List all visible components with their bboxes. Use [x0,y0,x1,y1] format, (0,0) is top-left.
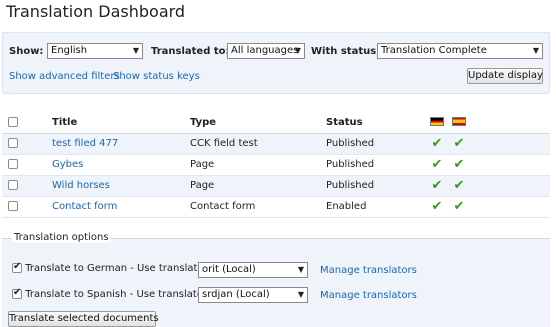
translate-spanish-label: Translate to Spanish - Use translator [25,289,208,300]
spanish-translated-check-icon: ✔ [453,198,465,214]
document-title-link[interactable]: test filed 477 [52,138,118,149]
show-language-select[interactable]: English ▼ [47,43,143,59]
document-title-link[interactable]: Wild horses [52,180,110,191]
translate-german-checkbox[interactable] [12,261,22,273]
translate-selected-documents-button[interactable]: Translate selected documents [8,311,159,327]
documents-table: Title Type Status test filed 477 CCK fie… [2,112,550,218]
document-type: Page [190,154,326,176]
document-status: Published [326,133,430,155]
document-title-link[interactable]: Contact form [52,201,117,212]
translate-spanish-checkbox[interactable] [12,287,22,299]
table-row: test filed 477 CCK field test Published … [2,133,550,155]
manage-translators-link-german[interactable]: Manage translators [320,265,417,276]
german-translated-check-icon: ✔ [431,156,443,172]
german-flag-icon [430,117,444,127]
chevron-down-icon: ▼ [294,46,301,55]
filter-panel: Show: English ▼ Translated to: All langu… [2,32,550,94]
title-column-header: Title [52,112,190,134]
spanish-translator-select[interactable]: srdjan (Local) ▼ [198,287,308,303]
chevron-down-icon: ▼ [297,290,304,299]
type-column-header: Type [190,112,326,134]
german-translated-check-icon: ✔ [431,198,443,214]
status-label: With status: [311,46,381,57]
spanish-flag-icon [452,117,466,127]
table-row: Gybes Page Published ✔ ✔ [2,154,550,176]
german-translated-check-icon: ✔ [431,177,443,193]
table-header-row: Title Type Status [2,112,550,134]
table-row: Wild horses Page Published ✔ ✔ [2,175,550,197]
table-row: Contact form Contact form Enabled ✔ ✔ [2,196,550,218]
translation-options-panel: Translation options Translate to German … [2,232,550,327]
document-title-link[interactable]: Gybes [52,159,83,170]
translate-german-label: Translate to German - Use translator [25,263,208,274]
german-translated-check-icon: ✔ [431,135,443,151]
german-translator-select[interactable]: orit (Local) ▼ [198,262,308,278]
document-status: Published [326,175,430,197]
show-advanced-filters-link[interactable]: Show advanced filters [9,71,120,82]
manage-translators-link-spanish[interactable]: Manage translators [320,290,417,301]
status-column-header: Status [326,112,430,134]
spanish-translated-check-icon: ✔ [453,135,465,151]
row-checkbox[interactable] [8,159,18,169]
spanish-option-row: Translate to Spanish - Use translator [12,287,208,300]
status-select[interactable]: Translation Complete ▼ [377,43,543,59]
document-status: Enabled [326,196,430,218]
spanish-translated-check-icon: ✔ [453,177,465,193]
row-checkbox[interactable] [8,138,18,148]
document-type: Contact form [190,196,326,218]
translation-options-legend: Translation options [12,232,111,243]
spanish-translator-value: srdjan (Local) [202,289,270,300]
chevron-down-icon: ▼ [532,46,539,55]
status-value: Translation Complete [381,45,487,56]
document-type: CCK field test [190,133,326,155]
translated-to-label: Translated to: [151,46,230,57]
page-title: Translation Dashboard [6,2,186,21]
show-label: Show: [9,46,44,57]
german-translator-value: orit (Local) [202,264,256,275]
document-status: Published [326,154,430,176]
show-language-value: English [51,45,88,56]
row-checkbox[interactable] [8,201,18,211]
translated-to-value: All languages [231,45,299,56]
select-all-checkbox[interactable] [8,116,18,127]
german-option-row: Translate to German - Use translator [12,261,208,274]
document-type: Page [190,175,326,197]
chevron-down-icon: ▼ [132,46,139,55]
update-display-button[interactable]: Update display [467,68,543,84]
row-checkbox[interactable] [8,180,18,190]
translated-to-select[interactable]: All languages ▼ [227,43,305,59]
chevron-down-icon: ▼ [297,265,304,274]
spanish-translated-check-icon: ✔ [453,156,465,172]
show-status-keys-link[interactable]: Show status keys [113,71,200,82]
